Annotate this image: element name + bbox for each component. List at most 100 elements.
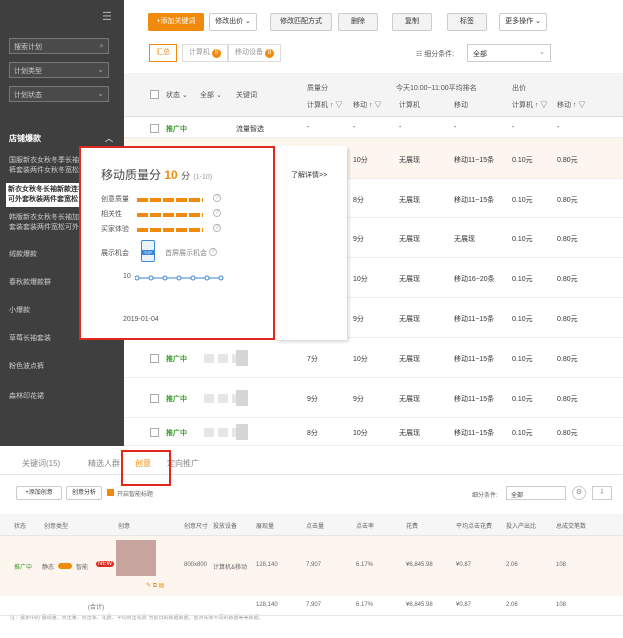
mobile-quality[interactable]: 9分 <box>353 314 364 324</box>
help-icon[interactable]: ? <box>209 248 217 256</box>
help-icon[interactable]: ? <box>213 194 221 202</box>
copy-button[interactable]: 复制 <box>392 13 432 31</box>
pc-bid[interactable]: 0.10元 <box>512 274 533 284</box>
mobile-bid[interactable]: 0.80元 <box>557 234 578 244</box>
mobile-quality[interactable]: 9分 <box>353 234 364 244</box>
tab-crowd[interactable]: 精选人群 <box>88 458 120 469</box>
download-icon[interactable]: ⇩ <box>592 486 612 500</box>
modify-bid-button[interactable]: 修改出价 ⌄ <box>209 13 257 31</box>
delete-button[interactable]: 删除 <box>338 13 378 31</box>
settings-icon[interactable]: ⚙ <box>572 486 586 500</box>
tab-keywords[interactable]: 关键词(15) <box>22 458 60 469</box>
smart-toggle[interactable] <box>58 563 72 569</box>
blurred-keyword <box>236 424 248 440</box>
sidebar-item[interactable]: 森林印花裙 <box>9 392 115 402</box>
mobile-bid[interactable]: 0.80元 <box>557 155 578 165</box>
mobile-bid[interactable]: 0.80元 <box>557 274 578 284</box>
rank-header: 今天10:00~11:00平均排名 <box>396 85 477 92</box>
mobile-quality[interactable]: 10分 <box>353 354 368 364</box>
learn-more-link[interactable]: 了解详情>> <box>291 170 327 180</box>
quality-mobile-header[interactable]: 移动 ↑ ▽ <box>353 100 381 110</box>
bottom-filter-select[interactable]: 全部 <box>506 486 566 500</box>
bid-pc-header[interactable]: 计算机 ↑ ▽ <box>512 100 547 110</box>
status-text: 推广中 <box>14 565 33 571</box>
status-header[interactable]: 状态 ⌄ <box>166 90 188 100</box>
table-row[interactable]: 推广中 8分 10分 无展现 移动11~15条 0.10元 0.80元 <box>124 418 623 446</box>
quality-pc-header[interactable]: 计算机 ↑ ▽ <box>307 100 342 110</box>
creative-analysis-button[interactable]: 创意分析 <box>66 486 102 500</box>
tab-pc[interactable]: 计算机 8 <box>182 44 228 62</box>
row-checkbox[interactable] <box>150 124 159 133</box>
sidebar-group-title[interactable]: 店铺爆款 ︿ <box>9 133 113 144</box>
tab-summary[interactable]: 汇总 <box>149 44 177 62</box>
display-chance-text: 首屏展示机会 <box>165 250 207 257</box>
row-checkbox[interactable] <box>150 354 159 363</box>
mobile-rank: - <box>454 124 457 131</box>
modify-match-button[interactable]: 修改匹配方式 <box>270 13 332 31</box>
pc-bid[interactable]: 0.10元 <box>512 234 533 244</box>
tab-targeting[interactable]: 定向推广 <box>167 458 199 469</box>
pc-bid[interactable]: 0.10元 <box>512 195 533 205</box>
pc-bid[interactable]: 0.10元 <box>512 354 533 364</box>
collapse-icon[interactable]: ☰ <box>102 10 112 23</box>
mobile-quality[interactable]: 8分 <box>353 195 364 205</box>
keyword-header: 关键词 <box>236 92 257 99</box>
mobile-rank: 移动11~15条 <box>454 197 495 204</box>
mobile-quality[interactable]: 9分 <box>353 394 364 404</box>
mobile-quality[interactable]: 10分 <box>353 155 368 165</box>
table-row[interactable]: 推广中 9分 9分 无展现 移动11~15条 0.10元 0.80元 <box>124 378 623 418</box>
status-text: 推广中 <box>166 430 187 437</box>
search-icon: ⌕ <box>99 41 104 50</box>
add-creative-button[interactable]: +添加创意 <box>16 486 62 500</box>
select-all-checkbox[interactable] <box>150 90 159 99</box>
mobile-quality[interactable]: 10分 <box>353 274 368 284</box>
row-checkbox[interactable] <box>150 428 159 437</box>
trend-point <box>204 275 210 281</box>
table-row[interactable]: 推广中 流量智选 - - - - - - <box>124 117 623 138</box>
plan-type-select[interactable]: 计划类型 ⌄ <box>9 62 109 78</box>
help-icon[interactable]: ? <box>213 224 221 232</box>
smart-title-checkbox[interactable] <box>107 489 114 496</box>
mobile-bid[interactable]: 0.80元 <box>557 394 578 404</box>
pc-bid[interactable]: 0.10元 <box>512 155 533 165</box>
bid-mobile-header[interactable]: 移动 ↑ ▽ <box>557 100 585 110</box>
new-badge: NEW <box>96 561 114 567</box>
pc-bid[interactable]: 0.10元 <box>512 314 533 324</box>
mobile-bid[interactable]: 0.80元 <box>557 314 578 324</box>
experience-label: 买家体验 <box>101 226 129 233</box>
tag-button[interactable]: 标签 <box>447 13 487 31</box>
search-plan-input[interactable]: 搜索计划 ⌕ <box>9 38 109 54</box>
trend-point <box>176 275 182 281</box>
creative-table-header: 状态 创意类型 创意 创意尺寸 投放设备 展现量 点击量 点击率 花费 平均点击… <box>0 514 623 536</box>
add-keyword-button[interactable]: +添加关键词 <box>148 13 204 31</box>
pc-rank: 无展现 <box>399 316 420 323</box>
table-row[interactable]: 推广中 7分 10分 无展现 移动11~15条 0.10元 0.80元 <box>124 338 623 378</box>
trend-point <box>135 275 140 281</box>
creative-thumbnail[interactable] <box>116 540 156 576</box>
pc-bid[interactable]: 0.10元 <box>512 394 533 404</box>
filter-select[interactable]: 全部 ⌄ <box>467 44 551 62</box>
mobile-bid[interactable]: 0.80元 <box>557 428 578 438</box>
help-icon[interactable]: ? <box>213 209 221 217</box>
mobile-quality[interactable]: 10分 <box>353 428 368 438</box>
mobile-bid[interactable]: 0.80元 <box>557 354 578 364</box>
row-checkbox[interactable] <box>150 394 159 403</box>
status-filter[interactable]: 全部 ⌄ <box>200 90 222 100</box>
tab-mobile[interactable]: 移动设备 8 <box>228 44 281 62</box>
experience-bar <box>137 228 203 232</box>
pc-bid[interactable]: - <box>512 124 514 131</box>
mobile-rank: 移动11~15条 <box>454 430 495 437</box>
creative-edit-icons[interactable]: ✎ ⧉ ▤ <box>146 582 164 590</box>
pc-bid[interactable]: 0.10元 <box>512 428 533 438</box>
mobile-bid[interactable]: 0.80元 <box>557 195 578 205</box>
plan-status-select[interactable]: 计划状态 ⌄ <box>9 86 109 102</box>
mobile-bid[interactable]: - <box>557 124 559 131</box>
mobile-quality[interactable]: - <box>353 124 355 131</box>
sidebar-item[interactable]: 粉色波点裤 <box>9 362 115 372</box>
keyword-text[interactable]: 流量智选 <box>236 124 264 134</box>
status-text: 推广中 <box>166 126 187 133</box>
blurred-keyword <box>204 394 214 403</box>
trend-point <box>162 275 168 281</box>
more-actions-button[interactable]: 更多操作 ⌄ <box>499 13 547 31</box>
pc-rank: - <box>399 124 402 131</box>
